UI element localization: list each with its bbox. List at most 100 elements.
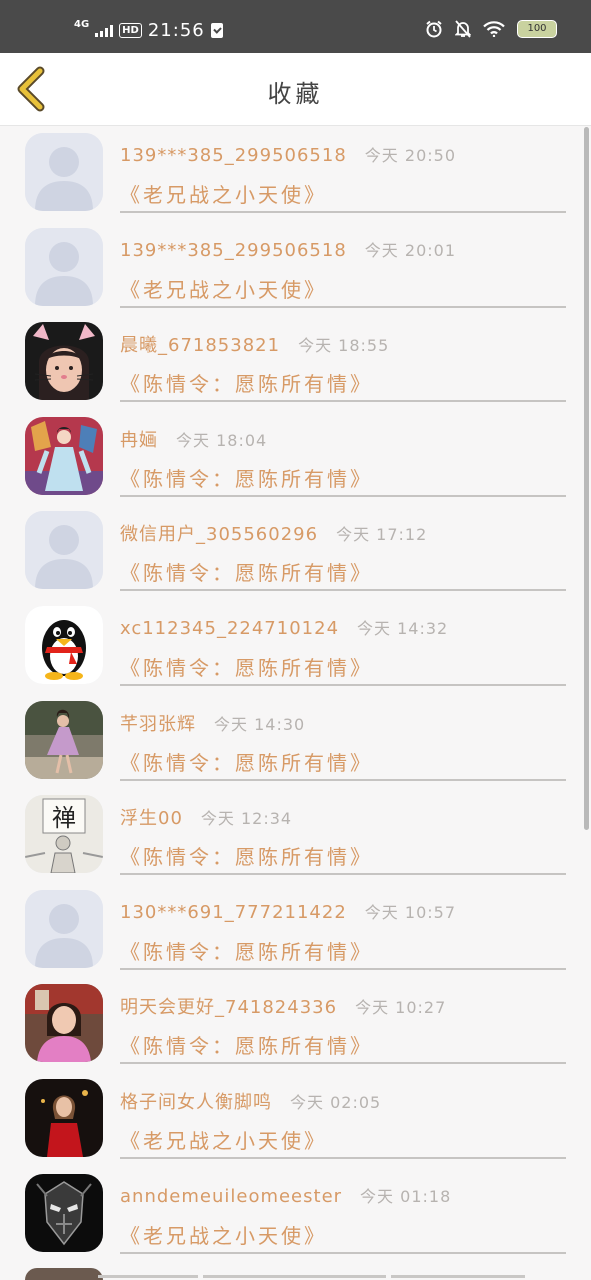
avatar[interactable]: [25, 605, 103, 684]
row-meta: 130***691_777211422 今天 10:57: [120, 899, 456, 923]
favorite-row[interactable]: 明天会更好_741824336 今天 10:27 《陈情令：愿陈所有情》: [0, 977, 591, 1072]
timestamp: 今天 20:50: [364, 146, 456, 165]
timestamp: 今天 18:55: [298, 336, 390, 356]
favorite-row[interactable]: 微信用户_305560296 今天 17:12 《陈情令：愿陈所有情》: [0, 504, 591, 599]
favorite-row[interactable]: 130***691_777211422 今天 10:57 《陈情令：愿陈所有情》: [0, 883, 591, 978]
drama-title[interactable]: 《陈情令：愿陈所有情》: [120, 841, 373, 870]
username[interactable]: xc112345_224710124: [120, 618, 339, 639]
username[interactable]: anndemeuileomeester: [120, 1186, 342, 1207]
username[interactable]: 139***385_299506518: [120, 240, 347, 261]
divider: [120, 1156, 566, 1159]
drama-title[interactable]: 《陈情令：愿陈所有情》: [120, 652, 373, 681]
row-meta: 微信用户_305560296 今天 17:12: [120, 520, 427, 546]
username[interactable]: 芊羽张辉: [120, 714, 196, 735]
divider: [120, 873, 566, 876]
drama-title[interactable]: 《老兄战之小天使》: [120, 1220, 327, 1249]
drama-title[interactable]: 《陈情令：愿陈所有情》: [120, 368, 373, 397]
favorites-list: 139***385_299506518 今天 20:50 《老兄战之小天使》 139*…: [0, 126, 591, 1280]
timestamp: 今天 02:05: [290, 1092, 382, 1112]
signal-icon: [95, 24, 114, 37]
favorite-row[interactable]: anndemeuileomeester 今天 01:18 《老兄战之小天使》: [0, 1167, 591, 1262]
row-meta: 芊羽张辉 今天 14:30: [120, 710, 305, 736]
drama-title[interactable]: 《老兄战之小天使》: [120, 1125, 327, 1154]
drama-title[interactable]: 《陈情令：愿陈所有情》: [120, 557, 373, 586]
favorite-row[interactable]: xc112345_224710124 今天 14:32 《陈情令：愿陈所有情》: [0, 599, 591, 694]
avatar[interactable]: [25, 416, 103, 495]
row-meta: 139***385_299506518 今天 20:01: [120, 237, 456, 261]
row-meta: 冉婳 今天 18:04: [120, 426, 267, 452]
avatar[interactable]: [25, 511, 103, 590]
divider: [203, 1275, 386, 1278]
timestamp: 今天 10:57: [364, 902, 456, 922]
drama-title[interactable]: 《老兄战之小天使》: [120, 274, 327, 303]
row-meta: 浮生00 今天 12:34: [120, 804, 292, 830]
favorite-row[interactable]: 晨曦_671853821 今天 18:55 《陈情令：愿陈所有情》: [0, 315, 591, 410]
row-meta: 晨曦_671853821 今天 18:55: [120, 331, 389, 357]
scrollbar[interactable]: [584, 127, 589, 830]
divider: [120, 400, 566, 403]
divider: [120, 967, 566, 970]
row-meta: xc112345_224710124 今天 14:32: [120, 615, 448, 639]
timestamp: 今天 18:04: [176, 430, 268, 450]
drama-title[interactable]: 《陈情令：愿陈所有情》: [120, 463, 373, 492]
avatar[interactable]: [25, 889, 103, 968]
drama-title[interactable]: 《陈情令：愿陈所有情》: [120, 1030, 373, 1059]
avatar[interactable]: [25, 227, 103, 306]
divider: [120, 778, 566, 781]
divider: [120, 211, 566, 213]
timestamp: 今天 20:01: [364, 240, 456, 260]
favorite-row[interactable]: 格子间女人衡脚鸣 今天 02:05 《老兄战之小天使》: [0, 1072, 591, 1167]
battery-indicator: 100: [517, 20, 557, 38]
timestamp: 今天 12:34: [200, 809, 293, 829]
favorite-row[interactable]: 冉婳 今天 18:04 《陈情令：愿陈所有情》: [0, 410, 591, 505]
clipboard-check-icon: [210, 23, 223, 38]
avatar[interactable]: [25, 1268, 103, 1280]
username[interactable]: 130***691_777211422: [120, 902, 347, 923]
timestamp: 今天 14:32: [357, 618, 449, 638]
timestamp: 今天 10:27: [355, 998, 447, 1018]
row-meta: 139***385_299506518 今天 20:50: [120, 142, 456, 166]
favorite-row[interactable]: 139***385_299506518 今天 20:01 《老兄战之小天使》: [0, 221, 591, 316]
timestamp: 今天 14:30: [214, 714, 306, 734]
drama-title[interactable]: 《陈情令：愿陈所有情》: [120, 747, 373, 776]
username[interactable]: 微信用户_305560296: [120, 524, 318, 545]
username[interactable]: 晨曦_671853821: [120, 335, 280, 356]
timestamp: 今天 01:18: [360, 1186, 452, 1206]
network-type: 4G: [74, 18, 90, 30]
wifi-icon: [483, 21, 505, 37]
divider: [120, 1251, 566, 1254]
row-meta: 明天会更好_741824336 今天 10:27: [120, 993, 446, 1019]
avatar[interactable]: [25, 133, 103, 211]
favorite-row[interactable]: 139***385_299506518 今天 20:50 《老兄战之小天使》: [0, 126, 591, 221]
avatar[interactable]: [25, 700, 103, 779]
username[interactable]: 139***385_299506518: [120, 145, 347, 166]
divider: [391, 1275, 525, 1278]
divider: [98, 1275, 198, 1278]
timestamp: 今天 17:12: [336, 525, 428, 545]
svg-text:禅: 禅: [52, 804, 76, 832]
avatar[interactable]: [25, 1173, 103, 1252]
drama-title[interactable]: 《陈情令：愿陈所有情》: [120, 936, 373, 965]
page-title: 收藏: [267, 80, 324, 108]
divider: [120, 305, 566, 308]
divider: [120, 1062, 566, 1065]
avatar[interactable]: [25, 984, 103, 1063]
favorite-row[interactable]: 芊羽张辉 今天 14:30 《陈情令：愿陈所有情》: [0, 694, 591, 789]
avatar[interactable]: 禅: [25, 795, 103, 874]
avatar[interactable]: [25, 322, 103, 401]
divider: [120, 683, 566, 686]
username[interactable]: 冉婳: [120, 430, 158, 451]
username[interactable]: 明天会更好_741824336: [120, 997, 337, 1018]
username[interactable]: 浮生00: [120, 808, 183, 829]
drama-title[interactable]: 《老兄战之小天使》: [120, 179, 327, 208]
favorite-row[interactable]: 禅 浮生00 今天 12:34 《陈情令：愿陈所有情》: [0, 788, 591, 883]
avatar[interactable]: [25, 1078, 103, 1157]
row-meta: 格子间女人衡脚鸣 今天 02:05: [120, 1088, 381, 1114]
clock: 21:56: [147, 20, 205, 41]
notifications-off-icon: [455, 20, 471, 38]
status-bar: 4G HD 21:56 100: [0, 0, 591, 53]
row-meta: anndemeuileomeester 今天 01:18: [120, 1183, 451, 1207]
divider: [120, 494, 566, 497]
username[interactable]: 格子间女人衡脚鸣: [120, 1092, 272, 1113]
hd-badge: HD: [119, 23, 142, 38]
